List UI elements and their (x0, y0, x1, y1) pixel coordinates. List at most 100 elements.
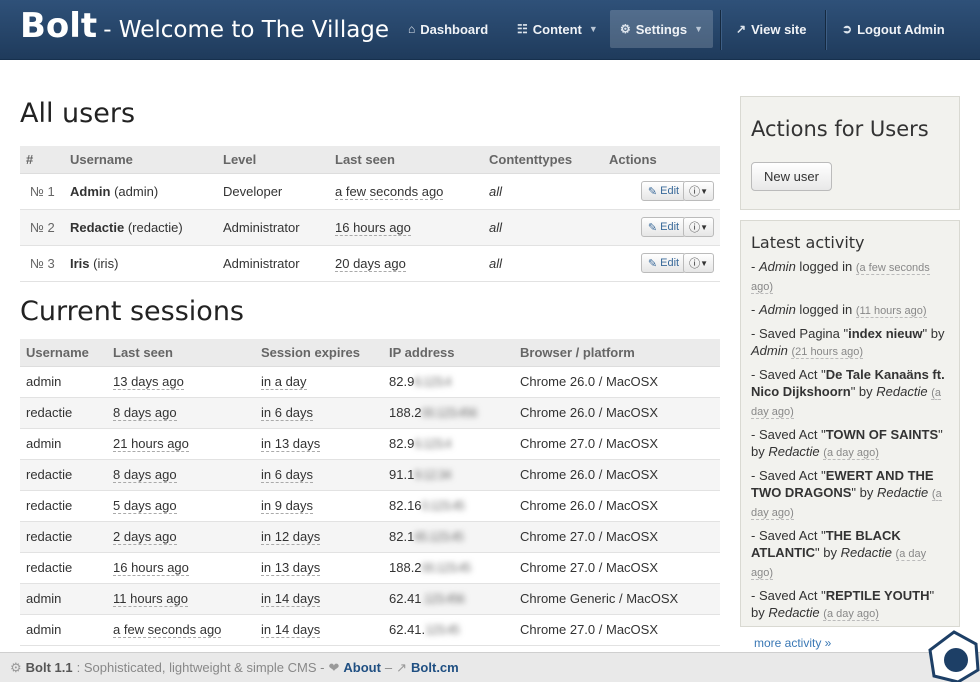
user-actions: ✎ Edit ⓘ ▼ (603, 245, 720, 282)
activity-user: Admin (758, 259, 796, 274)
session-browser: Chrome 26.0 / MacOSX (514, 366, 720, 398)
edit-label: Edit (660, 257, 680, 269)
session-user: admin (20, 366, 107, 398)
edit-user-button[interactable]: ✎ Edit (640, 181, 687, 201)
session-ip-redacted: 65.123.45 (414, 529, 464, 544)
user-name-cell: Redactie (redactie) (64, 209, 217, 246)
user-number: № 2 (20, 209, 64, 246)
activity-item: - Saved Act "TOWN OF SAINTS" by Redactie… (751, 426, 949, 462)
session-last-seen: 2 days ago (113, 529, 177, 545)
session-ip-redacted: 00.123.45 (421, 560, 472, 575)
bolt-cm-link[interactable]: Bolt.cm (411, 660, 459, 675)
activity-prefix: - Saved Act " (751, 427, 826, 442)
edit-icon: ✎ (647, 257, 658, 270)
session-ip-visible: 62.41. (389, 622, 426, 637)
activity-item: - Admin logged in (a few seconds ago) (751, 258, 949, 296)
activity-by: " by (922, 326, 945, 341)
site-subtitle: - Welcome to The Village (103, 17, 390, 43)
sitemap-icon: ☷ (517, 22, 528, 36)
info-icon: ⓘ (689, 186, 701, 198)
action-group: ✎ Edit ⓘ ▼ (640, 253, 714, 273)
session-ip-visible: 82.9 (389, 436, 415, 451)
session-browser: Chrome Generic / MacOSX (514, 583, 720, 615)
user-level: Administrator (217, 209, 329, 246)
activity-prefix: - (751, 259, 759, 274)
user-level: Developer (217, 173, 329, 210)
nav-dashboard[interactable]: ⌂ Dashboard (398, 0, 498, 58)
user-last-seen-cell: 20 days ago (329, 245, 483, 282)
edit-user-button[interactable]: ✎ Edit (640, 253, 687, 273)
session-last-seen: 8 days ago (113, 405, 177, 421)
session-expires: in 9 days (261, 498, 314, 514)
nav-content[interactable]: ☷ Content ▼ (507, 0, 608, 58)
session-last-seen-cell: 16 hours ago (107, 552, 255, 584)
session-ip-visible: 91.1 (389, 467, 415, 482)
session-last-seen-cell: 8 days ago (107, 397, 255, 429)
nav-logout[interactable]: ➲ Logout Admin (832, 0, 955, 58)
session-expires-cell: in 13 days (255, 428, 383, 460)
table-row: redactie 8 days ago in 6 days 91.19.12.34 Ch… (20, 459, 720, 491)
session-user: redactie (20, 552, 107, 584)
user-login: (redactie) (127, 219, 183, 235)
session-ip: 62.41.123.456 (383, 583, 514, 615)
session-ip-visible: 82.9 (389, 374, 415, 389)
new-user-button[interactable]: New user (751, 162, 832, 191)
session-expires: in 14 days (261, 622, 321, 638)
activity-action: logged in (795, 259, 856, 274)
session-user: redactie (20, 459, 107, 491)
session-expires: in 6 days (261, 467, 314, 483)
col-session-expires: Session expires (255, 339, 383, 367)
users-table: # Username Level Last seen Contenttypes … (20, 146, 720, 282)
edit-label: Edit (660, 221, 680, 233)
session-ip-visible: 82.16 (389, 498, 422, 513)
activity-title: Latest activity (751, 233, 865, 252)
user-info-dropdown[interactable]: ⓘ ▼ (683, 181, 714, 201)
col-contenttypes: Contenttypes (483, 146, 603, 174)
external-link-icon: ↗ (736, 22, 747, 36)
footer: ⚙ Bolt 1.1 : Sophisticated, lightweight … (0, 652, 980, 682)
activity-item: - Saved Act "EWERT AND THE TWO DRAGONS" … (751, 467, 949, 522)
activity-record[interactable]: TOWN OF SAINTS (826, 427, 938, 442)
brand-name: Bolt (20, 6, 98, 46)
table-row: admin 13 days ago in a day 82.96.123.4 Chrom… (20, 366, 720, 398)
session-browser: Chrome 27.0 / MacOSX (514, 521, 720, 553)
activity-record[interactable]: index nieuw (848, 326, 922, 341)
nav-settings[interactable]: ⚙ Settings ▼ (610, 10, 713, 48)
session-ip: 91.19.12.34 (383, 459, 514, 491)
activity-item: - Saved Pagina "index nieuw" by Admin (2… (751, 325, 949, 361)
activity-time: (11 hours ago) (855, 305, 927, 318)
session-expires-cell: in 13 days (255, 552, 383, 584)
bolt-logo-icon (928, 630, 980, 682)
activity-user: Admin (751, 343, 788, 358)
session-expires-cell: in 6 days (255, 397, 383, 429)
col-level: Level (217, 146, 329, 174)
info-icon: ⓘ (689, 258, 701, 270)
user-info-dropdown[interactable]: ⓘ ▼ (683, 253, 714, 273)
edit-user-button[interactable]: ✎ Edit (640, 217, 687, 237)
about-link[interactable]: About (343, 660, 381, 675)
session-user: admin (20, 583, 107, 615)
session-ip-redacted: 6.123.4 (414, 374, 451, 389)
caret-down-icon: ▼ (588, 24, 598, 34)
activity-by: " by (815, 545, 841, 560)
session-last-seen: 16 hours ago (113, 560, 189, 576)
user-name[interactable]: Redactie (70, 220, 124, 235)
user-name[interactable]: Iris (70, 256, 90, 271)
activity-prefix: - Saved Act " (751, 528, 826, 543)
users-title: All users (20, 98, 136, 129)
footer-dash: – (384, 660, 393, 675)
actions-panel: Actions for Users New user (740, 96, 960, 210)
session-browser: Chrome 26.0 / MacOSX (514, 490, 720, 522)
user-info-dropdown[interactable]: ⓘ ▼ (683, 217, 714, 237)
more-activity-link[interactable]: more activity » (754, 636, 831, 650)
activity-record[interactable]: REPTILE YOUTH (826, 588, 930, 603)
nav-view-site[interactable]: ↗ View site (726, 0, 816, 58)
brand[interactable]: Bolt - Welcome to The Village (20, 6, 389, 46)
session-last-seen-cell: 2 days ago (107, 521, 255, 553)
session-expires-cell: in 12 days (255, 521, 383, 553)
activity-action: logged in (795, 302, 856, 317)
session-last-seen: 5 days ago (113, 498, 177, 514)
session-expires: in 13 days (261, 436, 321, 452)
activity-panel: Latest activity - Admin logged in (a few… (740, 220, 960, 650)
user-name[interactable]: Admin (70, 184, 110, 199)
